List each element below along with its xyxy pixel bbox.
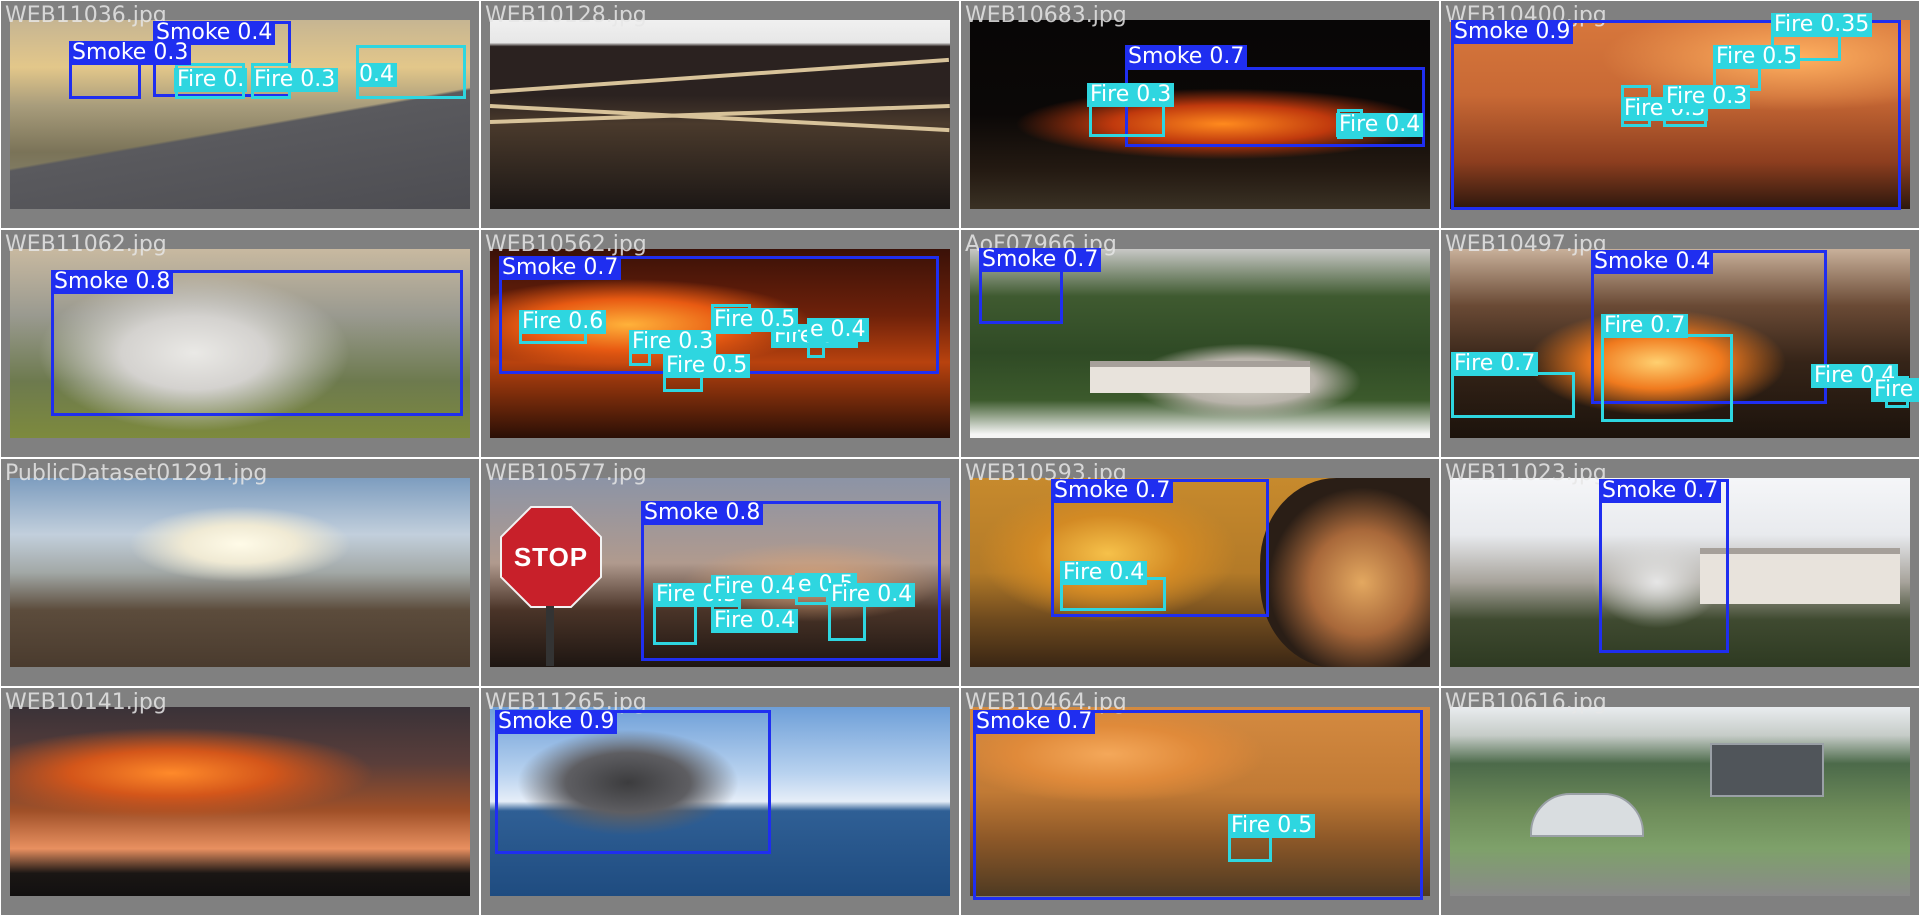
smoke-bounding-box — [973, 710, 1423, 900]
fire-detection-label: 0.4 — [356, 63, 397, 87]
building-shape — [1710, 743, 1824, 797]
fire-detection-label: Fire 0.5 — [711, 308, 799, 332]
result-tile: PublicDataset01291.jpg — [1, 459, 479, 686]
result-tile: WEB10128.jpg — [481, 1, 959, 228]
image-filename: WEB11023.jpg — [1445, 461, 1607, 486]
smoke-detection-label: Smoke 0.7 — [979, 248, 1102, 272]
fire-detection-label: Fire 0.7 — [1451, 352, 1539, 376]
image-filename: WEB10497.jpg — [1445, 232, 1607, 257]
smoke-detection-label: Smoke 0.9 — [495, 710, 618, 734]
result-tile: WEB10141.jpg — [1, 688, 479, 915]
fire-detection-label: Fire 0.5 — [1228, 814, 1316, 838]
stop-sign-post — [546, 606, 554, 666]
fire-detection-label: Fire 0.5 — [1713, 45, 1801, 69]
fire-detection-label: Fire 0.3 — [629, 330, 717, 354]
result-tile: WEB10562.jpg Smoke 0.7 Fire 0.6 Fire 0.3 Fir… — [481, 230, 959, 457]
smoke-bounding-box — [1599, 479, 1729, 653]
result-tile: WEB11265.jpg Smoke 0.9 — [481, 688, 959, 915]
stop-sign-text: STOP — [513, 541, 589, 572]
image-filename: WEB10562.jpg — [485, 232, 647, 257]
road-light-trail — [490, 57, 950, 94]
smoke-detection-label: Smoke 0.8 — [51, 270, 174, 294]
image-filename: WEB10141.jpg — [5, 690, 167, 715]
smoke-detection-label: Smoke 0.4 — [1591, 250, 1714, 274]
smoke-detection-label: Smoke 0.7 — [499, 256, 622, 280]
result-tile: AoF07966.jpg Smoke 0.7 — [961, 230, 1439, 457]
fire-detection-label: Fire 0.3 — [1871, 378, 1919, 402]
result-tile: WEB11062.jpg Smoke 0.8 — [1, 230, 479, 457]
image-filename: WEB10128.jpg — [485, 3, 647, 28]
result-tile: WEB10400.jpg Smoke 0.9 Fire 0.35 Fire 0.5 Fi… — [1441, 1, 1919, 228]
building-shape — [1530, 793, 1644, 837]
smoke-detection-label: Smoke 0.7 — [1125, 45, 1248, 69]
fire-detection-label: Fire 0.7 — [1601, 314, 1689, 338]
scene-image — [10, 707, 470, 896]
fire-detection-label: e 0.4 — [807, 318, 869, 342]
building-shape — [1700, 548, 1900, 604]
fire-detection-label: Fire 0.35 — [1771, 13, 1873, 37]
smoke-detection-label: Smoke 0.3 — [69, 41, 192, 65]
fire-detection-label: Fire 0.3 — [1663, 85, 1751, 109]
image-filename: WEB11036.jpg — [5, 3, 167, 28]
fire-detection-label: Fire 0. — [174, 68, 248, 92]
detection-results-grid: WEB11036.jpg Smoke 0.4 Smoke 0.3 Fire 0. Fir… — [0, 0, 1920, 916]
fire-detection-label: Fire 0.3 — [251, 68, 339, 92]
fire-detection-label: Fire 0.5 — [663, 354, 751, 378]
result-tile: WEB11023.jpg Smoke 0.7 — [1441, 459, 1919, 686]
smoke-detection-label: Smoke 0.8 — [641, 501, 764, 525]
smoke-detection-label: Smoke 0.7 — [1051, 479, 1174, 503]
result-tile: WEB10497.jpg Smoke 0.4 Fire 0.7 Fire 0.7 Fir… — [1441, 230, 1919, 457]
fire-detection-label: Fire 0.3 — [1087, 83, 1175, 107]
image-filename: WEB10577.jpg — [485, 461, 647, 486]
result-tile: WEB10464.jpg Smoke 0.7 Fire 0.5 — [961, 688, 1439, 915]
fire-detection-label: Fire 0.6 — [519, 310, 607, 334]
fire-detection-label: Fire 0.4 — [828, 583, 916, 607]
image-filename: PublicDataset01291.jpg — [5, 461, 268, 486]
smoke-detection-label: Smoke 0.7 — [1599, 479, 1722, 503]
scene-image — [490, 20, 950, 209]
fire-bounding-box — [1451, 372, 1575, 418]
result-tile: WEB10593.jpg Smoke 0.7 Fire 0.4 — [961, 459, 1439, 686]
fire-bounding-box — [1601, 334, 1733, 422]
result-tile: WEB10616.jpg — [1441, 688, 1919, 915]
scene-image — [10, 478, 470, 667]
firefighter-silhouette — [1260, 478, 1430, 667]
result-tile: WEB10683.jpg Smoke 0.7 Fire 0.3 Fire 0.4 — [961, 1, 1439, 228]
fire-detection-label: Fire 0.4 — [711, 575, 799, 599]
smoke-detection-label: Smoke 0.9 — [1451, 20, 1574, 44]
fire-detection-label: Fire 0.4 — [1336, 113, 1424, 137]
fire-detection-label: Fire 0.4 — [1060, 561, 1148, 585]
result-tile: WEB11036.jpg Smoke 0.4 Smoke 0.3 Fire 0. Fir… — [1, 1, 479, 228]
result-tile: STOP WEB10577.jpg Smoke 0.8 Fire 0.3 Fire 0.… — [481, 459, 959, 686]
stop-sign: STOP — [502, 508, 600, 606]
image-filename: WEB10683.jpg — [965, 3, 1127, 28]
scene-image — [1450, 707, 1910, 896]
image-filename: WEB11062.jpg — [5, 232, 167, 257]
fire-detection-label: Fire 0.4 — [711, 609, 799, 633]
image-filename: WEB10616.jpg — [1445, 690, 1607, 715]
smoke-detection-label: Smoke 0.7 — [973, 710, 1096, 734]
building-shape — [1090, 361, 1310, 393]
